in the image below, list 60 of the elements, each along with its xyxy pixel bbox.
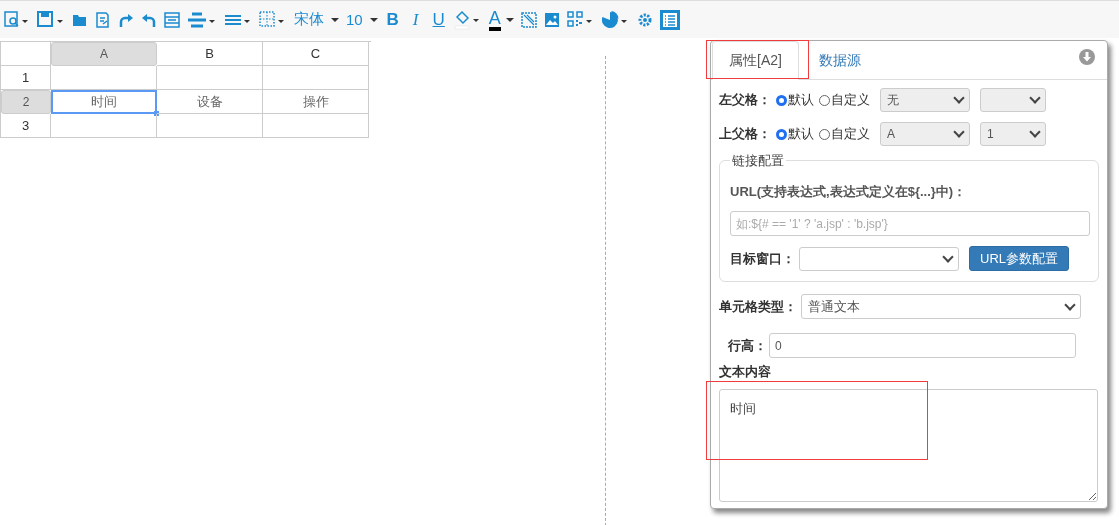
panel-tab[interactable]: 属性[A2] bbox=[712, 41, 799, 80]
underline-button[interactable]: U bbox=[430, 9, 447, 30]
column-header[interactable]: B bbox=[157, 42, 263, 66]
redo-icon[interactable] bbox=[118, 11, 134, 28]
url-field[interactable]: 如:${# == '1' ? 'a.jsp' : 'b.jsp'} bbox=[730, 211, 1090, 236]
settings-icon[interactable] bbox=[636, 11, 653, 28]
pie-chart-icon[interactable] bbox=[601, 10, 630, 29]
italic-button[interactable]: I bbox=[407, 9, 424, 30]
radio-option[interactable]: 默认 bbox=[776, 91, 814, 109]
select-field[interactable]: 普通文本 bbox=[801, 294, 1081, 319]
bold-button[interactable]: B bbox=[384, 9, 401, 30]
select-field[interactable] bbox=[980, 88, 1046, 112]
font-color-button[interactable]: A bbox=[488, 8, 514, 31]
edit-document-icon[interactable] bbox=[95, 11, 111, 28]
group-legend: 链接配置 bbox=[730, 152, 786, 170]
url-params-button[interactable]: URL参数配置 bbox=[969, 246, 1069, 271]
table-cell[interactable] bbox=[263, 66, 369, 90]
select-field[interactable] bbox=[799, 246, 959, 271]
merge-cells-icon[interactable] bbox=[164, 11, 180, 28]
clear-format-icon[interactable] bbox=[520, 11, 537, 28]
font-dropdown[interactable]: 宋体 bbox=[294, 10, 339, 29]
text-content-field[interactable]: 时间 bbox=[719, 389, 1098, 502]
column-header[interactable]: C bbox=[263, 42, 369, 66]
font-size-dropdown[interactable]: 10 bbox=[346, 11, 378, 28]
table-cell[interactable] bbox=[51, 114, 157, 138]
radio-option[interactable]: 默认 bbox=[776, 125, 814, 143]
table-cell[interactable]: 时间 bbox=[51, 90, 157, 114]
select-field[interactable]: 1 bbox=[980, 122, 1046, 146]
select-field[interactable]: A bbox=[880, 122, 970, 146]
row-header[interactable]: 3 bbox=[1, 114, 51, 138]
radio-option[interactable]: 自定义 bbox=[819, 91, 870, 109]
field-label: URL(支持表达式,表达式定义在${...}中)： bbox=[730, 183, 968, 201]
properties-panel-icon[interactable] bbox=[659, 9, 680, 30]
collapse-icon[interactable] bbox=[1079, 49, 1095, 65]
undo-icon[interactable] bbox=[141, 11, 157, 28]
field-label: 文本内容 bbox=[719, 364, 772, 379]
save-icon[interactable] bbox=[37, 10, 65, 29]
image-icon[interactable] bbox=[543, 11, 560, 28]
field-label: 左父格： bbox=[719, 91, 771, 109]
field-label: 目标窗口： bbox=[730, 249, 795, 268]
radio-option[interactable]: 自定义 bbox=[819, 125, 870, 143]
panel-tab[interactable]: 数据源 bbox=[798, 42, 881, 79]
table-cell[interactable]: 操作 bbox=[263, 90, 369, 114]
table-cell[interactable]: 设备 bbox=[157, 90, 263, 114]
select-field[interactable]: 无 bbox=[880, 88, 970, 112]
preview-icon[interactable] bbox=[4, 10, 30, 29]
field-label: 上父格： bbox=[719, 125, 771, 143]
row-header[interactable]: 2 bbox=[1, 90, 51, 114]
qr-code-icon[interactable] bbox=[566, 10, 595, 29]
border-icon[interactable] bbox=[259, 10, 287, 29]
field-label: 行高： bbox=[728, 336, 767, 355]
align-icon[interactable] bbox=[187, 10, 217, 29]
row-height-field[interactable]: 0 bbox=[769, 333, 1076, 358]
field-label: 单元格类型： bbox=[719, 297, 797, 316]
table-cell[interactable] bbox=[157, 114, 263, 138]
fill-color-icon[interactable] bbox=[453, 9, 482, 30]
table-cell[interactable] bbox=[263, 114, 369, 138]
table-cell[interactable] bbox=[51, 66, 157, 90]
table-cell[interactable] bbox=[157, 66, 263, 90]
column-header[interactable]: A bbox=[51, 42, 157, 66]
